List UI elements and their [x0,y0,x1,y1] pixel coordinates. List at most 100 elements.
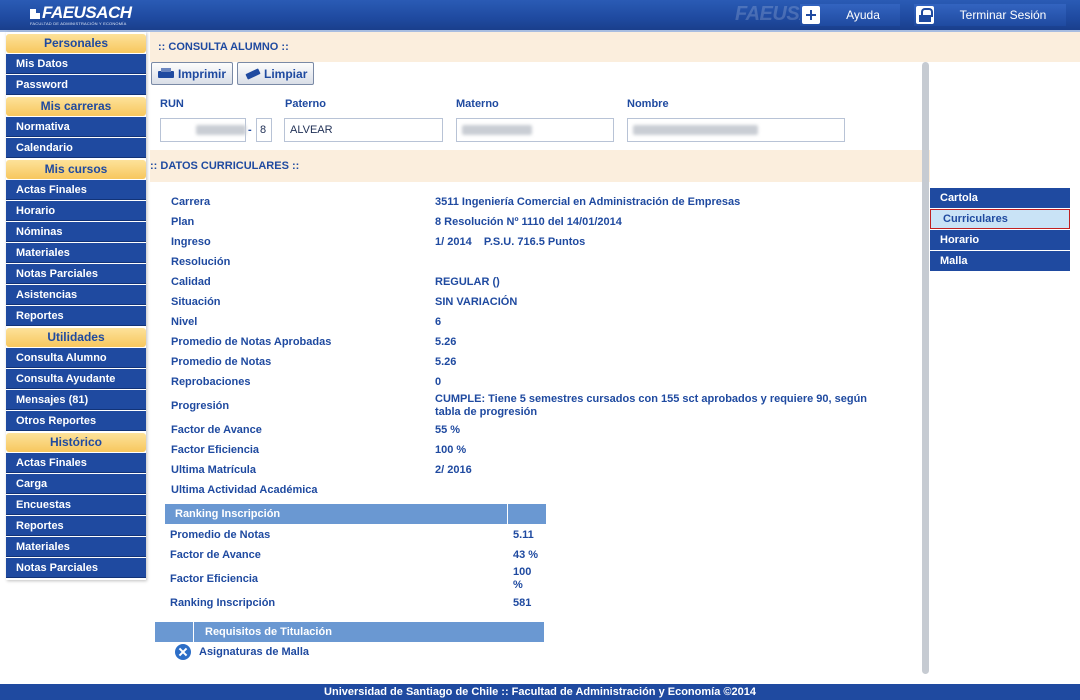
sidebar-section-personales: Personales [6,34,146,53]
printer-icon [158,67,174,80]
toolbar: Imprimir Limpiar [151,62,315,86]
sidebar-section-historico: Histórico [6,433,146,452]
logout-button[interactable]: Terminar Sesión [914,4,1066,26]
materno-input[interactable] [456,118,614,142]
promedio-notas-label: Promedio de Notas [171,356,272,368]
ranking-avance-label: Factor de Avance [170,549,261,561]
sidebar-item-consulta-ayudante[interactable]: Consulta Ayudante [6,369,146,389]
plan-value: 8 Resolución Nº 1110 del 14/01/2014 [435,216,622,228]
promedio-aprobadas-label: Promedio de Notas Aprobadas [171,336,332,348]
vertical-scrollbar[interactable] [922,62,929,674]
ultima-matricula-label: Ultima Matrícula [171,464,256,476]
photo-area [940,62,1050,178]
ingreso-label: Ingreso [171,236,211,248]
right-nav-cartola[interactable]: Cartola [930,188,1070,208]
ultima-matricula-value: 2/ 2016 [435,464,472,476]
sidebar-item-horario[interactable]: Horario [6,201,146,221]
logo-text: FAEUSACH [42,3,132,22]
sidebar-item-reportes[interactable]: Reportes [6,306,146,326]
logo-subtitle: FACULTAD DE ADMINISTRACIÓN Y ECONOMÍA [30,21,127,26]
sidebar-item-hist-reportes[interactable]: Reportes [6,516,146,536]
sidebar-section-mis-carreras: Mis carreras [6,97,146,116]
top-bar: FAEUSACH FACULTAD DE ADMINISTRACIÓN Y EC… [0,0,1080,30]
ranking-inscripcion-label: Ranking Inscripción [170,597,276,609]
promedio-notas-value: 5.26 [435,356,457,368]
calidad-value: REGULAR () [435,276,500,288]
ranking-avance-value: 43 % [513,549,539,561]
run-input[interactable] [160,118,246,142]
sidebar-item-hist-carga[interactable]: Carga [6,474,146,494]
carrera-label: Carrera [171,196,211,208]
progresion-label: Progresión [171,400,230,412]
run-label: RUN [160,98,184,110]
nombre-label: Nombre [627,98,669,110]
clear-label: Limpiar [264,66,308,81]
nombre-input[interactable] [627,118,845,142]
page-title: :: CONSULTA ALUMNO :: [150,32,1080,62]
resolucion-label: Resolución [171,256,231,268]
sidebar-section-mis-cursos: Mis cursos [6,160,146,179]
paterno-input[interactable]: ALVEAR [284,118,443,142]
requisito-item: Asignaturas de Malla [175,644,309,660]
sidebar-item-actas-finales[interactable]: Actas Finales [6,180,146,200]
help-button[interactable]: Ayuda [800,4,900,26]
factor-eficiencia-value: 100 % [435,444,467,456]
right-nav-horario[interactable]: Horario [930,230,1070,250]
ranking-eficiencia-value: 100 % [513,566,532,591]
reprobaciones-label: Reprobaciones [171,376,251,388]
logo-mark-icon [30,9,40,19]
situacion-label: Situación [171,296,221,308]
requisitos-title: Requisitos de Titulación [205,626,332,638]
ranking-promedio-value: 5.11 [513,529,534,541]
ranking-inscripcion-value: 581 [513,597,532,609]
faeusach-logo[interactable]: FAEUSACH FACULTAD DE ADMINISTRACIÓN Y EC… [30,3,132,26]
sidebar-item-normativa[interactable]: Normativa [6,117,146,137]
right-nav-curriculares[interactable]: Curriculares [930,209,1070,229]
sidebar-item-consulta-alumno[interactable]: Consulta Alumno [6,348,146,368]
requisitos-header: Requisitos de Titulación [155,622,544,642]
sidebar-item-notas-parciales[interactable]: Notas Parciales [6,264,146,284]
footer: Universidad de Santiago de Chile :: Facu… [0,684,1080,700]
carrera-value: 3511 Ingeniería Comercial en Administrac… [435,196,741,208]
factor-avance-label: Factor de Avance [171,424,262,436]
sidebar-item-nominas[interactable]: Nóminas [6,222,146,242]
ranking-promedio-label: Promedio de Notas [170,529,271,541]
reprobaciones-value: 0 [435,376,442,388]
promedio-aprobadas-value: 5.26 [435,336,457,348]
sidebar-item-hist-encuestas[interactable]: Encuestas [6,495,146,515]
sidebar-item-materiales[interactable]: Materiales [6,243,146,263]
plus-icon [802,6,820,24]
sidebar-item-mis-datos[interactable]: Mis Datos [6,54,146,74]
nivel-label: Nivel [171,316,198,328]
sidebar-item-hist-notas-parciales[interactable]: Notas Parciales [6,558,146,578]
sidebar-item-asistencias[interactable]: Asistencias [6,285,146,305]
run-dash: - [248,124,252,136]
sidebar-item-calendario[interactable]: Calendario [6,138,146,158]
sidebar: Personales Mis Datos Password Mis carrer… [6,32,146,580]
plan-label: Plan [171,216,195,228]
materno-label: Materno [456,98,499,110]
sidebar-item-hist-actas-finales[interactable]: Actas Finales [6,453,146,473]
run-dv-input[interactable]: 8 [256,118,272,142]
clear-button[interactable]: Limpiar [237,62,315,85]
right-nav-malla[interactable]: Malla [930,251,1070,271]
lock-icon [916,6,934,24]
sidebar-item-mensajes[interactable]: Mensajes (81) [6,390,146,410]
ultima-actividad-label: Ultima Actividad Académica [171,484,318,496]
help-label: Ayuda [846,8,880,22]
sidebar-item-otros-reportes[interactable]: Otros Reportes [6,411,146,431]
requisitos-header-divider [193,622,194,642]
ranking-eficiencia-label: Factor Eficiencia [170,573,259,585]
nombre-redacted [633,125,758,136]
sidebar-item-password[interactable]: Password [6,75,146,95]
factor-avance-value: 55 % [435,424,461,436]
sidebar-section-utilidades: Utilidades [6,328,146,347]
requisito-item-label: Asignaturas de Malla [199,646,310,658]
eraser-icon [244,68,260,80]
sidebar-item-hist-materiales[interactable]: Materiales [6,537,146,557]
print-button[interactable]: Imprimir [151,62,234,85]
materno-redacted [462,125,532,136]
paterno-label: Paterno [285,98,326,110]
ranking-header-divider [507,504,508,524]
factor-eficiencia-label: Factor Eficiencia [171,444,260,456]
